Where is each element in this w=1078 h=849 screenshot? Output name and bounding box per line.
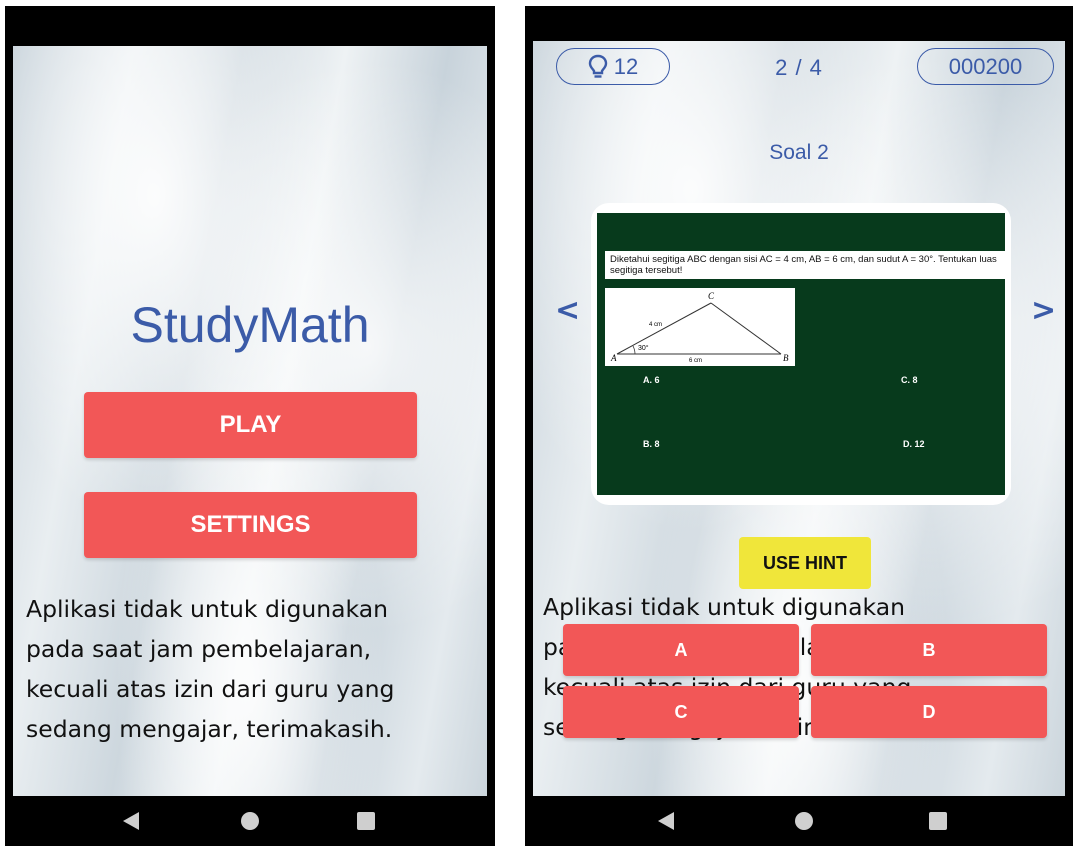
back-triangle-icon[interactable] — [123, 812, 139, 830]
recent-square-icon[interactable] — [929, 812, 947, 830]
app-title: StudyMath — [130, 297, 370, 353]
score-display: 000200 — [917, 48, 1054, 85]
vertex-a-label: A — [610, 353, 617, 363]
android-nav-bar — [5, 796, 495, 846]
answer-button-c[interactable]: C — [563, 686, 799, 738]
phone-quiz-screen: 12 2 / 4 000200 Soal 2 < > Diketahui seg… — [525, 6, 1073, 846]
back-triangle-icon[interactable] — [658, 812, 674, 830]
question-text: Diketahui segitiga ABC dengan sisi AC = … — [605, 251, 1007, 279]
side-ac-label: 4 cm — [649, 322, 662, 328]
question-card: Diketahui segitiga ABC dengan sisi AC = … — [591, 203, 1011, 505]
notice-line: pada saat jam pembelajaran, — [26, 635, 372, 663]
question-title: Soal 2 — [769, 141, 829, 164]
triangle-figure: C A B 4 cm 6 cm 30° — [605, 288, 795, 366]
android-nav-bar — [525, 796, 1073, 846]
option-c: C. 8 — [901, 375, 918, 385]
home-circle-icon[interactable] — [241, 812, 259, 830]
vertex-b-label: B — [783, 353, 789, 363]
notice-line: kecuali atas izin dari guru yang — [26, 675, 395, 703]
home-screen: StudyMath PLAY SETTINGS Aplikasi tidak u… — [13, 46, 487, 796]
settings-button[interactable]: SETTINGS — [84, 492, 417, 558]
score-value: 000200 — [948, 53, 1023, 79]
play-button[interactable]: PLAY — [84, 392, 417, 458]
phone-home-screen: StudyMath PLAY SETTINGS Aplikasi tidak u… — [5, 6, 495, 846]
notice-line: Aplikasi tidak untuk digunakan — [26, 595, 389, 623]
option-d: D. 12 — [903, 439, 925, 449]
answer-button-d[interactable]: D — [811, 686, 1047, 738]
triangle-diagram: C A B 4 cm 6 cm 30° — [610, 291, 789, 364]
quiz-screen: 12 2 / 4 000200 Soal 2 < > Diketahui seg… — [533, 41, 1065, 796]
option-a: A. 6 — [643, 375, 660, 385]
notice-line: Aplikasi tidak untuk digunakan — [543, 593, 906, 621]
recent-square-icon[interactable] — [357, 812, 375, 830]
use-hint-button[interactable]: USE HINT — [739, 537, 871, 589]
next-question-arrow[interactable]: > — [1031, 293, 1056, 328]
prev-question-arrow[interactable]: < — [555, 293, 580, 328]
question-board: Diketahui segitiga ABC dengan sisi AC = … — [597, 213, 1007, 495]
vertex-c-label: C — [708, 291, 715, 301]
answer-button-b[interactable]: B — [811, 624, 1047, 676]
answer-button-a[interactable]: A — [563, 624, 799, 676]
side-ab-label: 6 cm — [689, 358, 702, 364]
home-circle-icon[interactable] — [795, 812, 813, 830]
angle-a-label: 30° — [638, 344, 649, 352]
notice-line: sedang mengajar, terimakasih. — [26, 715, 393, 743]
option-b: B. 8 — [643, 439, 660, 449]
usage-notice: Aplikasi tidak untuk digunakan pada saat… — [26, 589, 477, 749]
